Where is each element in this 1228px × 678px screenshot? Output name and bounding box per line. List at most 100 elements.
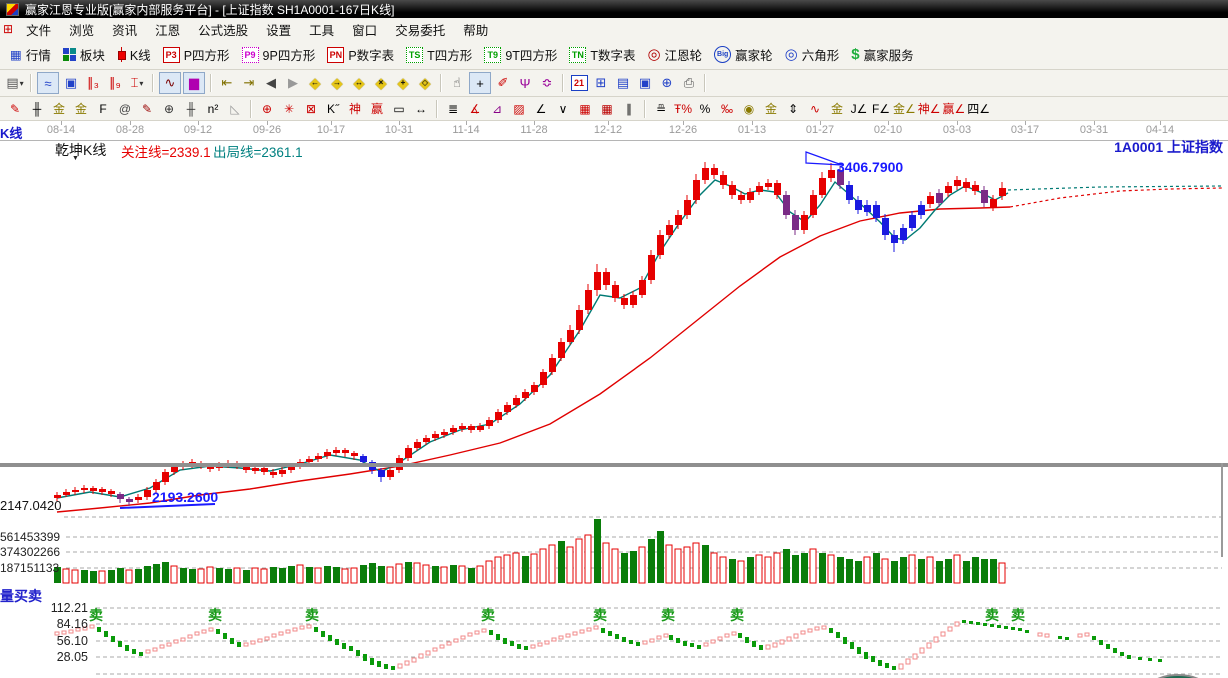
go-last-icon[interactable]: ⇥ <box>239 73 259 93</box>
vertical-ruler-pencil-icon[interactable]: ⇕ <box>783 100 803 118</box>
menu-item-工具[interactable]: 工具 <box>300 22 343 40</box>
four-angle-icon[interactable]: 四∠ <box>967 100 990 118</box>
menu-item-文件[interactable]: 文件 <box>17 22 60 40</box>
fan-box-icon[interactable]: ⊿ <box>487 100 507 118</box>
shen-tool-icon[interactable]: 神 <box>345 100 365 118</box>
volume-histogram-toggle-icon[interactable]: ▆ <box>183 72 205 94</box>
candle-style-selector-icon[interactable]: ⌶▾ <box>127 73 147 93</box>
info-panel-icon[interactable]: ▣ <box>61 73 81 93</box>
scale-ladder-icon[interactable]: ≣ <box>443 100 463 118</box>
angle-ruler-icon[interactable]: ◺ <box>225 100 245 118</box>
web-export-tool-icon[interactable]: ⊕ <box>657 73 677 93</box>
gann-diamond-plus-icon[interactable]: ◆+ <box>393 73 413 93</box>
toolbar-button-gann-wheel[interactable]: ◎江恩轮 <box>642 43 709 66</box>
toolbar-button-p-square[interactable]: P3P四方形 <box>157 43 236 66</box>
menu-item-公式选股[interactable]: 公式选股 <box>189 22 257 40</box>
time-comb-icon[interactable]: ╫ <box>181 100 201 118</box>
gold-angle-icon[interactable]: 金∠ <box>893 100 916 118</box>
menu-item-设置[interactable]: 设置 <box>257 22 300 40</box>
gold-lines-icon[interactable]: 金 <box>761 100 781 118</box>
starburst-tool-icon[interactable]: ✳ <box>279 100 299 118</box>
cycle-circle-icon[interactable]: ⊕ <box>159 100 179 118</box>
ying-angle-icon[interactable]: 赢∠ <box>943 100 966 118</box>
box-fan-icon[interactable]: ▨ <box>509 100 529 118</box>
wave-percent-icon[interactable]: ∿ <box>805 100 825 118</box>
j-angle-icon[interactable]: J∠ <box>849 100 869 118</box>
percent-tool-icon[interactable]: % <box>695 100 715 118</box>
toolbar-button-winner-wheel[interactable]: Big赢家轮 <box>708 43 779 66</box>
step-back-icon[interactable]: ◀ <box>261 73 281 93</box>
spiral-tool-icon[interactable]: @ <box>115 100 135 118</box>
qiankun-wave-toggle-icon[interactable]: ∿ <box>159 72 181 94</box>
toolbar-button-market-quotes[interactable]: ▦行情 <box>4 43 57 66</box>
go-first-icon[interactable]: ⇤ <box>217 73 237 93</box>
menu-item-江恩[interactable]: 江恩 <box>146 22 189 40</box>
bars-9-chart-icon[interactable]: ∥₉ <box>105 73 125 93</box>
k-notation-icon[interactable]: K˝ <box>323 100 343 118</box>
gann-diamond-cross-icon[interactable]: ◆× <box>371 73 391 93</box>
angle-lines-icon[interactable]: ∠ <box>531 100 551 118</box>
f-angle-icon[interactable]: F∠ <box>871 100 891 118</box>
step-forward-icon[interactable]: ▶ <box>283 73 303 93</box>
gann-fan-icon[interactable]: ∡ <box>465 100 485 118</box>
toolbar-button-t-number-table[interactable]: TNT数字表 <box>563 43 641 66</box>
chart-canvas[interactable]: 08-1408-2809-1209-2610-1710-3111-1411-28… <box>0 121 1228 678</box>
shape-tool-2-icon[interactable]: ≎ <box>537 73 557 93</box>
gann-diamond-expand-icon[interactable]: ◆◇ <box>415 73 435 93</box>
ying-tool-icon[interactable]: 赢 <box>367 100 387 118</box>
crosshair-tool-icon[interactable]: + <box>469 72 491 94</box>
gann-diamond-left-icon[interactable]: ◆← <box>305 73 325 93</box>
gold-circle-icon[interactable]: ◉ <box>739 100 759 118</box>
right-scroll-border[interactable] <box>1221 463 1223 557</box>
gann-diamond-horiz-icon[interactable]: ◆↔ <box>349 73 369 93</box>
menu-item-资讯[interactable]: 资讯 <box>103 22 146 40</box>
percent-lines-icon[interactable]: ‰ <box>717 100 737 118</box>
square-target-icon[interactable]: ⊠ <box>301 100 321 118</box>
zoom-tool-icon[interactable]: ✐ <box>493 73 513 93</box>
brush-tool-icon[interactable]: ✎ <box>5 100 25 118</box>
menu-item-浏览[interactable]: 浏览 <box>60 22 103 40</box>
qiankun-kline-selector[interactable]: 乾坤K线 <box>55 140 106 160</box>
wave-chart-toggle-icon[interactable]: ≈ <box>37 72 59 94</box>
toolbar-button-t9-square[interactable]: T99T四方形 <box>478 43 563 66</box>
gold-ratio-lines-2-icon[interactable]: 金 <box>71 100 91 118</box>
period-selector-icon[interactable]: ▤▾ <box>5 73 25 93</box>
save-tool-icon[interactable]: ▣ <box>635 73 655 93</box>
pencil-measure-icon[interactable]: ✎ <box>137 100 157 118</box>
gann-comb-icon[interactable]: ╫ <box>27 100 47 118</box>
gann-diamond-right-icon[interactable]: ◆→ <box>327 73 347 93</box>
toolbar-button-p-number-table[interactable]: PNP数字表 <box>321 43 400 66</box>
t-percent-icon[interactable]: Ŧ% <box>673 100 693 118</box>
menu-item-窗口[interactable]: 窗口 <box>343 22 386 40</box>
toolbar-button-p9-square[interactable]: P99P四方形 <box>236 43 322 66</box>
calculator-tool-icon[interactable]: ⊞ <box>591 73 611 93</box>
toolbar-button-sectors[interactable]: 板块 <box>57 43 111 66</box>
fibonacci-comb-icon[interactable]: F <box>93 100 113 118</box>
pane-splitter[interactable] <box>0 463 1228 467</box>
n-square-tool-icon[interactable]: n² <box>203 100 223 118</box>
v-check-icon[interactable]: ∨ <box>553 100 573 118</box>
price-grid-arrow-icon[interactable]: ▦ <box>597 100 617 118</box>
gold-red-lines-icon[interactable]: 金 <box>827 100 847 118</box>
width-measure-icon[interactable]: ↔ <box>411 100 431 118</box>
toolbar-button-winner-service[interactable]: $赢家服务 <box>845 43 919 66</box>
parallel-lines-icon[interactable]: ∥ <box>619 100 639 118</box>
scale-ruler-icon[interactable]: ≞ <box>651 100 671 118</box>
pan-hand-tool-icon[interactable]: ☝ <box>447 73 467 93</box>
menu-item-帮助[interactable]: 帮助 <box>454 22 497 40</box>
crosshair-circle-icon[interactable]: ⊕ <box>257 100 277 118</box>
gold-ratio-lines-icon[interactable]: 金 <box>49 100 69 118</box>
price-grid-icon[interactable]: ▦ <box>575 100 595 118</box>
toolbar-button-t-square[interactable]: TST四方形 <box>400 43 478 66</box>
shape-tool-1-icon[interactable]: Ψ <box>515 73 535 93</box>
print-tool-icon[interactable]: ⎙ <box>679 73 699 93</box>
toolbar-button-kline[interactable]: K线 <box>111 43 157 66</box>
menu-item-交易委托[interactable]: 交易委托 <box>386 22 454 40</box>
notes-tool-icon[interactable]: ▤ <box>613 73 633 93</box>
ruler-123-icon[interactable]: ▭ <box>389 100 409 118</box>
calendar-tool-icon[interactable]: 21 <box>569 73 589 93</box>
shen-angle-icon[interactable]: 神∠ <box>918 100 941 118</box>
qiankun-dropdown-caret-icon[interactable]: ▼ <box>72 155 79 162</box>
bars-3-chart-icon[interactable]: ∥₃ <box>83 73 103 93</box>
toolbar-button-hexagon-wheel[interactable]: ◎六角形 <box>779 43 846 66</box>
